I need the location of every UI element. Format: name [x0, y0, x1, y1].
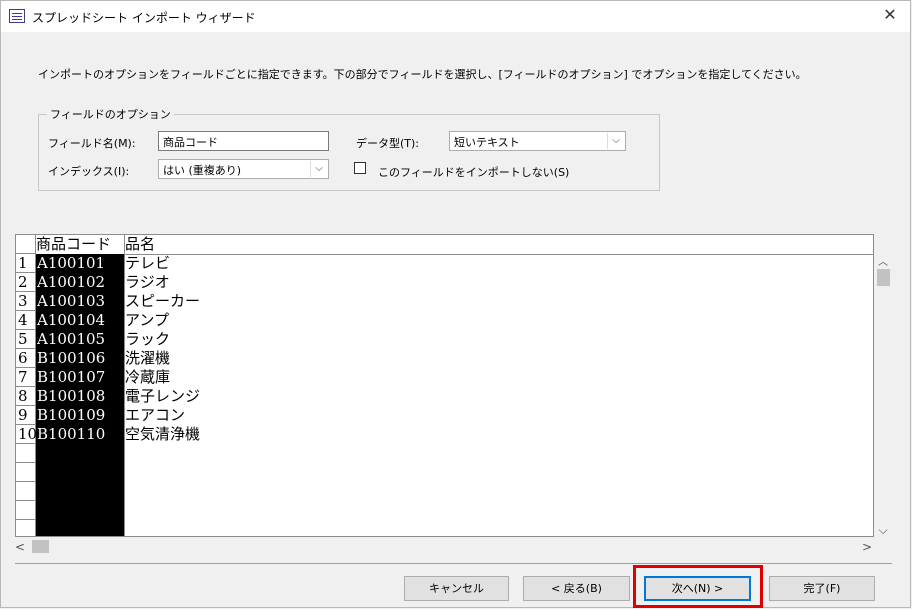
close-icon[interactable]: ✕: [880, 5, 900, 24]
cell-code: B100107: [37, 368, 106, 386]
cell-name: ラジオ: [125, 273, 170, 291]
cell-name: 洗濯機: [125, 349, 171, 367]
back-button[interactable]: < 戻る(B): [523, 576, 630, 601]
cell-name: アンプ: [125, 311, 169, 329]
row-number: 2: [16, 273, 36, 292]
field-name-label: フィールド名(M):: [48, 137, 136, 150]
row-number: [16, 444, 36, 463]
window-title: スプレッドシート インポート ウィザード: [32, 11, 256, 25]
cell-name: 空気清浄機: [125, 425, 201, 443]
row-number: 3: [16, 292, 36, 311]
column-header-name[interactable]: 品名: [124, 235, 873, 255]
instruction-text: インポートのオプションをフィールドごとに指定できます。下の部分でフィールドを選択…: [38, 68, 807, 81]
column-header-code[interactable]: 商品コード: [36, 235, 124, 255]
cell-code: B100110: [37, 425, 106, 443]
app-form-icon: [9, 9, 25, 23]
row-number: [16, 482, 36, 501]
scroll-down-icon[interactable]: ⌵: [874, 523, 892, 537]
cell-code: B100106: [37, 349, 106, 367]
grid-corner: [16, 235, 36, 254]
cell-code: A100105: [37, 330, 106, 348]
next-button-highlight: [633, 565, 763, 608]
chevron-down-icon[interactable]: ⌵: [607, 133, 624, 149]
data-type-value: 短いテキスト: [454, 136, 520, 149]
row-number: [16, 463, 36, 482]
row-number: 5: [16, 330, 36, 349]
row-number: 9: [16, 406, 36, 425]
row-number: 8: [16, 387, 36, 406]
cell-name: 電子レンジ: [125, 387, 201, 405]
row-number: 7: [16, 368, 36, 387]
data-type-select[interactable]: 短いテキスト ⌵: [449, 131, 626, 151]
vertical-scrollbar[interactable]: ︿ ⌵: [874, 253, 892, 537]
cell-name: エアコン: [125, 406, 186, 424]
cell-code: B100109: [37, 406, 106, 424]
row-number: 4: [16, 311, 36, 330]
cell-name: スピーカー: [125, 292, 201, 310]
index-label: インデックス(I):: [48, 165, 130, 178]
skip-import-checkbox[interactable]: [354, 162, 366, 174]
chevron-down-icon[interactable]: ⌵: [310, 161, 327, 177]
data-type-label: データ型(T):: [356, 137, 420, 150]
header-divider: [124, 235, 125, 254]
cell-code: A100102: [37, 273, 106, 291]
row-number: 10: [16, 425, 38, 444]
cell-code: A100101: [37, 254, 106, 272]
index-select[interactable]: はい (重複あり) ⌵: [158, 159, 329, 179]
scroll-right-icon[interactable]: >: [862, 540, 872, 554]
data-preview-grid: 商品コード 品名 1 A100101 テレビ 2 A100102 ラジオ 3 A100103 ス…: [15, 234, 874, 537]
row-number: 1: [16, 254, 36, 273]
cell-code: A100104: [37, 311, 106, 329]
scroll-left-icon[interactable]: <: [15, 540, 29, 554]
cell-name: 冷蔵庫: [125, 368, 171, 386]
skip-import-label[interactable]: このフィールドをインポートしない(S): [378, 164, 569, 180]
cancel-button[interactable]: キャンセル: [404, 576, 509, 601]
index-value: はい (重複あり): [163, 164, 242, 177]
scroll-up-icon[interactable]: ︿: [874, 253, 892, 268]
import-wizard-window: スプレッドシート インポート ウィザード ✕ インポートのオプションをフィールド…: [0, 0, 911, 608]
vertical-scroll-thumb[interactable]: [877, 269, 890, 286]
field-name-input[interactable]: 商品コード: [158, 131, 329, 151]
finish-button[interactable]: 完了(F): [769, 576, 875, 601]
horizontal-scrollbar[interactable]: < >: [15, 538, 874, 556]
button-separator: [15, 563, 892, 564]
title-bar: スプレッドシート インポート ウィザード ✕: [1, 1, 910, 32]
cell-name: テレビ: [125, 254, 171, 272]
cell-code: B100108: [37, 387, 106, 405]
cell-name: ラック: [125, 330, 171, 348]
cell-code: A100103: [37, 292, 106, 310]
row-number: [16, 501, 36, 520]
row-number: 6: [16, 349, 36, 368]
horizontal-scroll-thumb[interactable]: [32, 540, 49, 553]
field-options-legend: フィールドのオプション: [50, 108, 171, 121]
row-number: [16, 520, 36, 536]
